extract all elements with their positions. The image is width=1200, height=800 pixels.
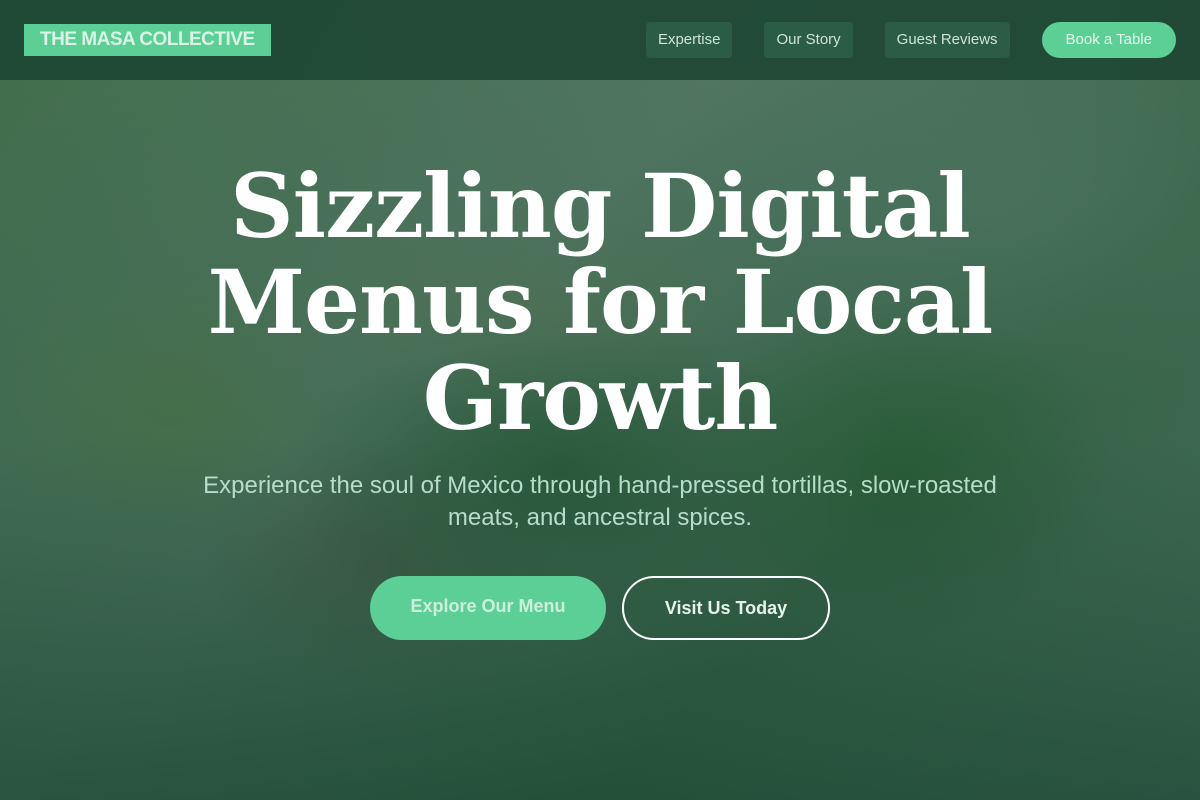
nav-link-expertise[interactable]: Expertise (645, 22, 733, 58)
visit-us-button[interactable]: Visit Us Today (622, 576, 830, 640)
hero-title: Sizzling Digital Menus for Local Growth (207, 154, 994, 450)
hero-subtitle: Experience the soul of Mexico through ha… (203, 472, 997, 531)
landing-page: THE MASA COLLECTIVE Expertise Our Story … (0, 0, 1200, 800)
hero-buttons: Explore Our Menu Visit Us Today (0, 576, 1200, 640)
site-header: THE MASA COLLECTIVE Expertise Our Story … (0, 0, 1200, 80)
book-table-button[interactable]: Book a Table (1041, 22, 1176, 58)
explore-menu-button[interactable]: Explore Our Menu (370, 576, 606, 640)
main-nav: Expertise Our Story Guest Reviews Book a… (645, 22, 1176, 58)
hero-section: Sizzling Digital Menus for Local Growth … (0, 158, 1200, 640)
brand-logo[interactable]: THE MASA COLLECTIVE (24, 24, 271, 56)
nav-link-guest-reviews[interactable]: Guest Reviews (884, 22, 1010, 58)
nav-link-our-story[interactable]: Our Story (764, 22, 853, 58)
